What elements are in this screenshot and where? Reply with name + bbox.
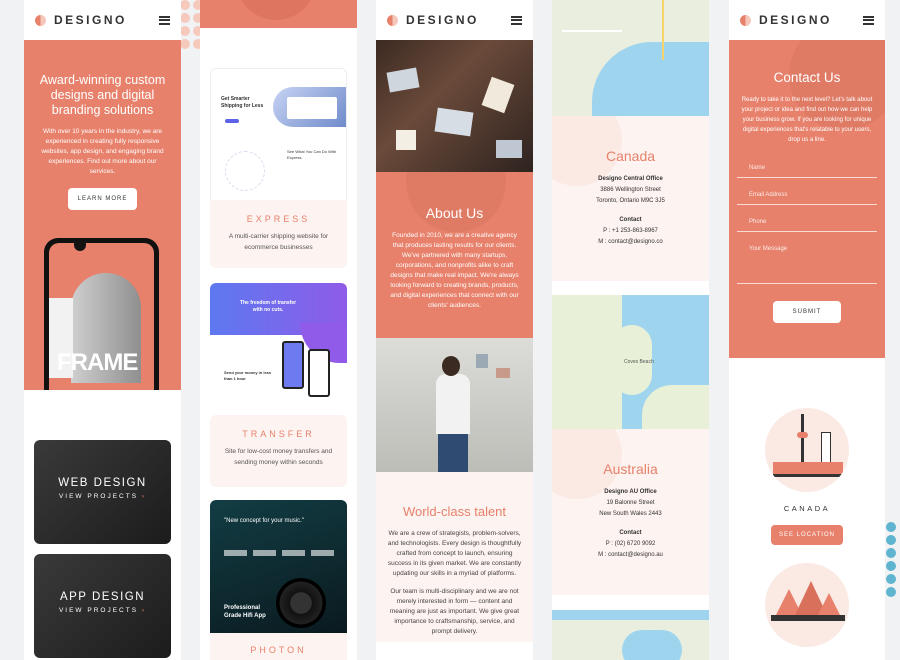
talent-text-1: We are a crew of strategists, problem-so… (387, 530, 522, 577)
hamburger-menu-icon[interactable] (511, 15, 522, 25)
email: M : contact@designo.au (598, 552, 663, 558)
name-field[interactable]: Name (737, 159, 877, 178)
project-shot-photon[interactable]: "New concept for your music." Profession… (210, 500, 347, 633)
learn-more-button[interactable]: LEARN MORE (67, 188, 138, 210)
decor-dots-right (886, 522, 896, 597)
header: DESIGNO (24, 0, 181, 40)
header: DESIGNO (376, 0, 533, 40)
project-card-express: EXPRESS A multi-carrier shipping website… (210, 200, 347, 268)
office-name: Designo AU Office (604, 489, 657, 495)
map-australia[interactable]: Coves Beach (552, 295, 709, 429)
phone-mockup: FRAME (44, 238, 159, 390)
logo-text: DESIGNO (54, 13, 127, 27)
shot-subline: Professional Grade Hifi App (224, 605, 266, 619)
address-line-1: 3886 Wellington Street (600, 187, 661, 193)
talent-title: World-class talent (402, 504, 507, 519)
hamburger-menu-icon[interactable] (159, 15, 170, 25)
logo-icon (35, 14, 46, 26)
top-banner (200, 0, 357, 28)
hero: Award-winning custom designs and digital… (24, 40, 181, 390)
message-field[interactable]: Your Message (737, 242, 877, 284)
phone-field[interactable]: Phone (737, 215, 877, 232)
shot-headline: "New concept for your music." (224, 518, 304, 524)
view-projects-link[interactable]: VIEW PROJECTS › (34, 607, 171, 614)
contact-section: Contact Us Ready to take it to the next … (729, 40, 885, 358)
hero-title: Award-winning custom designs and digital… (39, 73, 166, 117)
card-title: APP DESIGN (59, 591, 146, 603)
screen-projects: Get Smarter Shipping for Less See What Y… (200, 0, 357, 660)
address-line-2: New South Wales 2443 (599, 511, 662, 517)
office-canada: Canada Designo Central Office 3886 Welli… (552, 116, 709, 281)
shot-headline: Get Smarter Shipping for Less (221, 96, 264, 109)
office-australia: Australia Designo AU Office 19 Balonne S… (552, 429, 709, 595)
address-line-2: Toronto, Ontario M9C 3J5 (596, 198, 665, 204)
logo-icon (740, 14, 751, 26)
logo[interactable]: DESIGNO (740, 13, 832, 27)
logo-icon (387, 14, 398, 26)
screen-contact: DESIGNO Contact Us Ready to take it to t… (729, 0, 885, 660)
project-card-photon: PHOTON (210, 633, 347, 660)
shot-subline: Send your money in less than 1 hour (224, 370, 272, 381)
country-title: Australia (603, 461, 658, 477)
phone: P : (02) 6720 9092 (605, 541, 656, 547)
map-third[interactable] (552, 610, 709, 660)
email-field[interactable]: Email Address (737, 188, 877, 205)
project-shot-express[interactable]: Get Smarter Shipping for Less See What Y… (210, 68, 347, 200)
contact-heading: Contact (619, 217, 642, 223)
project-title: PHOTON (250, 645, 307, 655)
location-illustration-canada (765, 408, 849, 492)
see-location-button[interactable]: SEE LOCATION (771, 525, 843, 545)
office-name: Designo Central Office (598, 176, 663, 182)
about-photo-woman (376, 338, 533, 472)
card-web-design[interactable]: WEB DESIGN VIEW PROJECTS › (34, 440, 171, 544)
map-place-label: Coves Beach (624, 359, 654, 365)
project-title: EXPRESS (246, 214, 311, 224)
about-section: About Us Founded in 2010, we are a creat… (376, 172, 533, 338)
talent-text-2: Our team is multi-disciplinary and we ar… (389, 588, 520, 635)
about-photo-desks (376, 40, 533, 172)
project-title: TRANSFER (242, 429, 315, 439)
contact-title: Contact Us (773, 70, 841, 85)
logo[interactable]: DESIGNO (387, 13, 479, 27)
hamburger-menu-icon[interactable] (863, 15, 874, 25)
country-title: Canada (605, 148, 656, 164)
address-line-1: 19 Balonne Street (606, 500, 655, 506)
project-desc: Site for low-cost money transfers and se… (224, 448, 333, 466)
contact-heading: Contact (619, 530, 642, 536)
about-text: Founded in 2010, we are a creative agenc… (390, 232, 519, 309)
submit-button[interactable]: SUBMIT (772, 301, 842, 323)
view-projects-link[interactable]: VIEW PROJECTS › (34, 493, 171, 500)
shot-subline: See What You Can Do With Express (287, 149, 337, 160)
project-card-transfer: TRANSFER Site for low-cost money transfe… (210, 415, 347, 487)
project-desc: A multi-carrier shipping website for eco… (228, 233, 329, 251)
email: M : contact@designo.co (598, 239, 663, 245)
logo-text: DESIGNO (406, 13, 479, 27)
contact-text: Ready to take it to the next level? Let'… (741, 97, 873, 143)
location-label: CANADA (783, 504, 831, 513)
about-title: About Us (425, 205, 484, 221)
logo-text: DESIGNO (759, 13, 832, 27)
header: DESIGNO (729, 0, 885, 40)
phone-brand-text: FRAME (57, 349, 138, 376)
talent-section: World-class talent We are a crew of stra… (376, 472, 533, 642)
screen-home: DESIGNO Award-winning custom designs and… (24, 0, 181, 660)
shot-headline: The freedom of transfer with no cuts. (239, 300, 297, 313)
card-app-design[interactable]: APP DESIGN VIEW PROJECTS › (34, 554, 171, 658)
screen-locations: Canada Designo Central Office 3886 Welli… (552, 0, 709, 660)
phone: P : +1 253-863-8967 (603, 228, 658, 234)
logo[interactable]: DESIGNO (35, 13, 127, 27)
location-illustration-australia (765, 563, 849, 647)
map-canada[interactable] (552, 0, 709, 116)
card-title: WEB DESIGN (58, 477, 147, 489)
screen-about: DESIGNO About Us Founded in 2010, we are… (376, 0, 533, 660)
hero-text: With over 10 years in the industry, we a… (41, 128, 164, 175)
project-shot-transfer[interactable]: The freedom of transfer with no cuts. Se… (210, 283, 347, 405)
